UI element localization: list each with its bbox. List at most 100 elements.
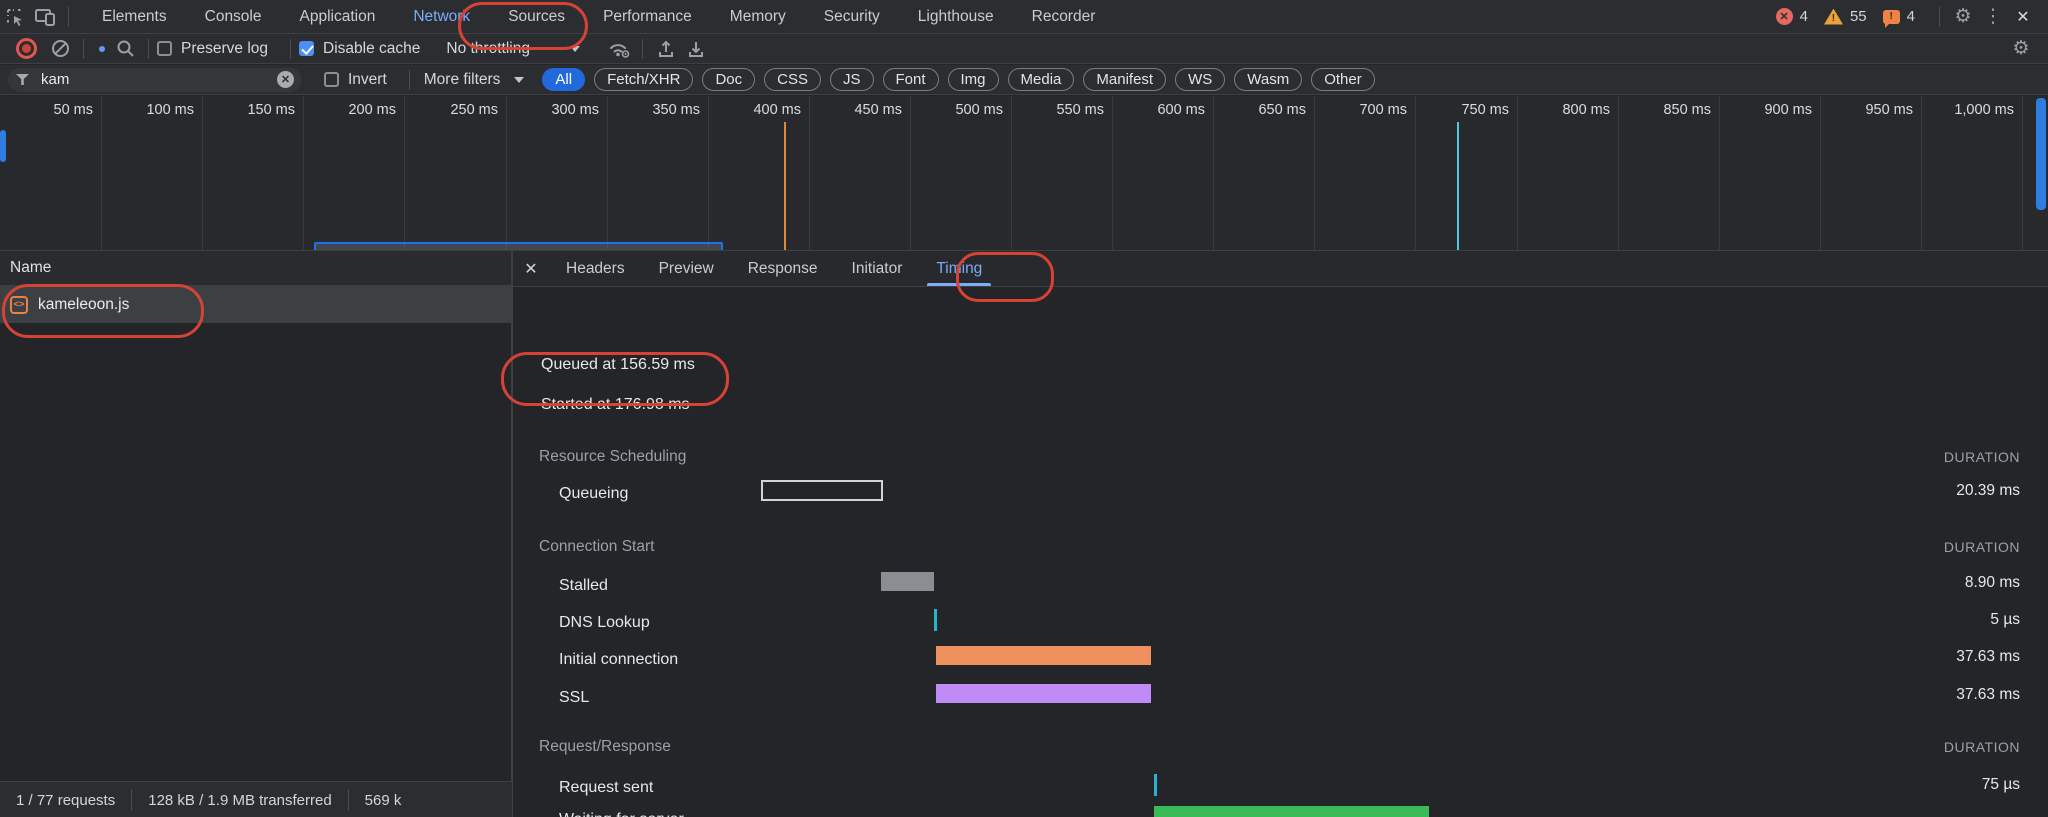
overview-tick-label: 300 ms <box>511 102 599 118</box>
timing-panel: Queued at 156.59 msStarted at 176.98 msR… <box>513 286 2048 817</box>
overview-tick-label: 950 ms <box>1825 102 1913 118</box>
overview-tick-label: 100 ms <box>106 102 194 118</box>
console-warnings-badge[interactable]: ! 55 <box>1824 8 1867 25</box>
close-devtools-icon[interactable]: ✕ <box>2008 3 2038 31</box>
request-row-kameleoon[interactable]: <> kameleoon.js <box>0 286 511 323</box>
tab-sources[interactable]: Sources <box>489 0 584 33</box>
toolbar-divider <box>290 39 291 59</box>
timing-bar-cyan <box>1154 774 1157 796</box>
filter-pill-doc[interactable]: Doc <box>702 68 755 91</box>
overview-right-scroll-handle[interactable] <box>2036 98 2046 210</box>
filter-pill-manifest[interactable]: Manifest <box>1083 68 1166 91</box>
overview-tick-label: 450 ms <box>814 102 902 118</box>
timing-row-duration: 37.63 ms <box>1956 648 2020 666</box>
filter-pill-all[interactable]: All <box>542 68 585 91</box>
timing-row-duration: 8.90 ms <box>1965 574 2020 592</box>
event-line-cyan <box>1457 122 1459 250</box>
overview-gridline <box>1921 96 1922 250</box>
filter-pill-ws[interactable]: WS <box>1175 68 1225 91</box>
panel-tabs: ElementsConsoleApplicationNetworkSources… <box>83 0 1114 33</box>
overview-gridline <box>607 96 608 250</box>
record-network-log-button[interactable] <box>16 38 37 59</box>
overview-gridline <box>1820 96 1821 250</box>
more-options-kebab-icon[interactable]: ⋮ <box>1978 3 2008 31</box>
console-errors-badge[interactable]: ✕ 4 <box>1776 8 1808 25</box>
issues-badge[interactable]: ! 4 <box>1883 8 1915 25</box>
overview-gridline <box>708 96 709 250</box>
throttling-select[interactable]: No throttling <box>446 40 530 58</box>
name-column-header[interactable]: Name <box>0 251 511 286</box>
device-toolbar-icon[interactable] <box>30 3 60 31</box>
tab-console[interactable]: Console <box>186 0 281 33</box>
overview-tick-label: 650 ms <box>1218 102 1306 118</box>
tab-performance[interactable]: Performance <box>584 0 711 33</box>
invert-checkbox[interactable] <box>324 72 339 87</box>
filter-pill-wasm[interactable]: Wasm <box>1234 68 1302 91</box>
resource-type-filters: All Fetch/XHR Doc CSS JS Font Img Media Manifest… <box>542 68 1383 91</box>
timing-bar-outline <box>761 480 883 501</box>
network-conditions-icon[interactable] <box>604 35 634 63</box>
overview-gridline <box>303 96 304 250</box>
timing-duration-header: DURATION <box>1944 449 2020 465</box>
disable-cache-checkbox[interactable] <box>299 41 314 56</box>
disable-cache-label: Disable cache <box>323 40 420 58</box>
overview-gridline <box>1618 96 1619 250</box>
settings-gear-icon[interactable]: ⚙ <box>1948 3 1978 31</box>
details-tab-preview[interactable]: Preview <box>642 251 731 286</box>
timing-row-label: Stalled <box>559 574 608 598</box>
details-tab-timing[interactable]: Timing <box>919 251 999 286</box>
filter-pill-css[interactable]: CSS <box>764 68 821 91</box>
search-icon[interactable] <box>110 35 140 63</box>
clear-network-log-icon[interactable] <box>45 35 75 63</box>
details-tab-initiator[interactable]: Initiator <box>835 251 920 286</box>
clear-filter-icon[interactable]: ✕ <box>277 71 294 88</box>
filter-pill-js[interactable]: JS <box>830 68 874 91</box>
more-filters-caret-icon[interactable] <box>514 77 524 83</box>
details-tab-headers[interactable]: Headers <box>549 251 642 286</box>
tab-elements[interactable]: Elements <box>83 0 186 33</box>
filter-pill-fetch-xhr[interactable]: Fetch/XHR <box>594 68 693 91</box>
network-overview-waterfall[interactable]: 50 ms100 ms150 ms200 ms250 ms300 ms350 m… <box>0 96 2048 251</box>
timing-row-duration: 75 µs <box>1982 776 2020 794</box>
request-name: kameleoon.js <box>38 296 129 314</box>
timing-duration-header: DURATION <box>1944 739 2020 755</box>
tab-security[interactable]: Security <box>805 0 899 33</box>
filter-pill-img[interactable]: Img <box>948 68 999 91</box>
overview-left-handle[interactable] <box>0 130 6 162</box>
tab-lighthouse[interactable]: Lighthouse <box>899 0 1013 33</box>
filter-pill-media[interactable]: Media <box>1008 68 1075 91</box>
filter-pill-font[interactable]: Font <box>883 68 939 91</box>
filter-pill-other[interactable]: Other <box>1311 68 1375 91</box>
invert-label: Invert <box>348 71 387 89</box>
statusbar-item: 1 / 77 requests <box>0 792 131 809</box>
more-filters-button[interactable]: More filters <box>424 71 501 89</box>
devtools-main-tabbar: ElementsConsoleApplicationNetworkSources… <box>0 0 2048 34</box>
toolbar-divider <box>148 39 149 59</box>
network-settings-gear-icon[interactable]: ⚙ <box>2006 35 2036 63</box>
export-har-icon[interactable] <box>681 35 711 63</box>
filter-input[interactable] <box>39 70 277 89</box>
preserve-log-checkbox[interactable] <box>157 41 172 56</box>
overview-tick-label: 1,000 ms <box>1926 102 2014 118</box>
tab-application[interactable]: Application <box>281 0 395 33</box>
overview-tick-label: 800 ms <box>1522 102 1610 118</box>
timing-row-label: Queueing <box>559 482 628 506</box>
overview-tick-label: 250 ms <box>410 102 498 118</box>
statusbar-item: 569 k <box>349 792 418 809</box>
overview-tick-label: 600 ms <box>1117 102 1205 118</box>
timing-queued-line: Queued at 156.59 ms <box>541 356 695 374</box>
overview-gridline <box>506 96 507 250</box>
tab-network[interactable]: Network <box>394 0 489 33</box>
tab-recorder[interactable]: Recorder <box>1013 0 1115 33</box>
import-har-icon[interactable] <box>651 35 681 63</box>
details-tab-response[interactable]: Response <box>731 251 835 286</box>
overview-gridline <box>1314 96 1315 250</box>
close-details-icon[interactable]: ✕ <box>513 251 549 286</box>
toolbar-divider <box>642 39 643 59</box>
tab-memory[interactable]: Memory <box>711 0 805 33</box>
details-tabbar: ✕ HeadersPreviewResponseInitiatorTiming <box>513 251 2048 287</box>
error-count: 4 <box>1800 8 1808 25</box>
inspect-element-icon[interactable] <box>0 3 30 31</box>
throttling-caret-icon[interactable] <box>570 46 580 52</box>
overview-selected-request-highlight[interactable] <box>314 242 723 251</box>
